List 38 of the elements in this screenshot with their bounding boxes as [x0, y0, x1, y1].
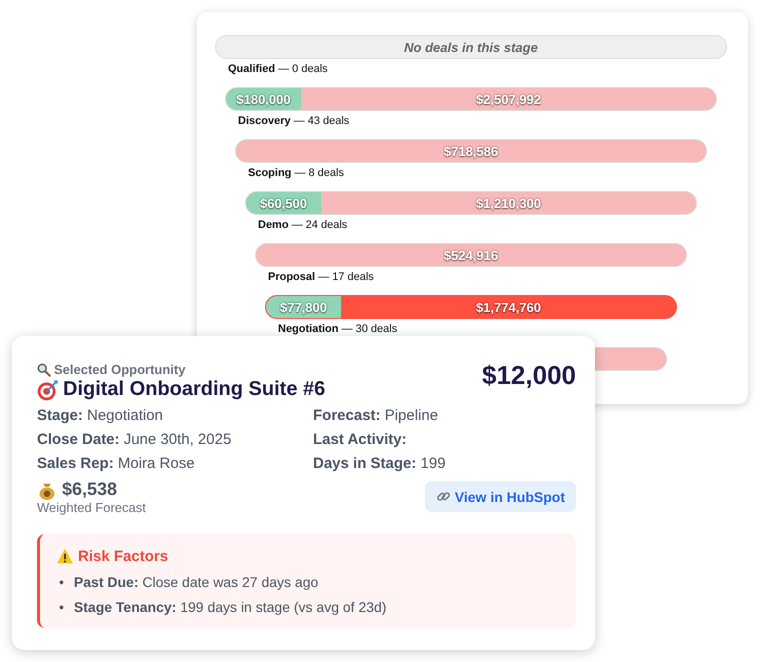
hubspot-link-button[interactable]: View in HubSpot — [424, 481, 576, 512]
bullet: • — [59, 598, 64, 616]
stage-label: Demo — 24 deals — [257, 219, 348, 231]
search-icon — [37, 362, 51, 376]
detail-field: Sales Rep: Moira Rose — [37, 455, 313, 473]
target-icon — [37, 378, 59, 400]
stage-label: Discovery — 43 deals — [237, 115, 350, 127]
funnel-bar[interactable]: $524,916 — [255, 243, 687, 267]
detail-field: Days in Stage: 199 — [313, 455, 576, 473]
bar-amount: $1,774,760 — [474, 298, 542, 316]
weighted-label: Weighted Forecast — [37, 500, 146, 515]
caption: Selected Opportunity — [54, 362, 186, 377]
bar-amount: $180,000 — [226, 88, 301, 110]
risk-item: Past Due: Close date was 27 days ago — [74, 573, 318, 591]
funnel-bar[interactable]: $60,500 $1,210,300 — [245, 191, 697, 215]
warning-icon — [56, 547, 74, 565]
bar-amount: $60,500 — [246, 192, 321, 214]
stage-label: Qualified — 0 deals — [227, 63, 329, 75]
funnel-bar[interactable]: $77,800 $1,774,760 — [265, 295, 677, 319]
detail-field: Forecast: Pipeline — [313, 407, 576, 425]
opportunity-title: Digital Onboarding Suite #6 — [63, 378, 326, 401]
stage-label: Negotiation — 30 deals — [277, 323, 398, 335]
stage-label: Proposal — 17 deals — [267, 271, 375, 283]
bar-amount: $77,800 — [266, 296, 341, 318]
bar-amount: $1,210,300 — [474, 194, 542, 212]
funnel-bar[interactable]: $718,586 — [235, 139, 707, 163]
stage-label: Scoping — 8 deals — [247, 167, 345, 179]
bar-amount: $2,507,992 — [474, 90, 542, 108]
risk-item: Stage Tenancy: 199 days in stage (vs avg of 23d) — [74, 598, 386, 616]
bullet: • — [59, 573, 64, 591]
risk-title: Risk Factors — [78, 548, 168, 564]
funnel-bar[interactable]: $180,000 $2,507,992 — [225, 87, 717, 111]
detail-field: Stage: Negotiation — [37, 407, 313, 425]
funnel-bar[interactable]: No deals in this stage — [215, 35, 727, 59]
weighted-amount: $6,538 — [62, 479, 118, 500]
detail-field: Close Date: June 30th, 2025 — [37, 431, 313, 449]
deal-amount: $12,000 — [482, 360, 576, 392]
detail-field: Last Activity: — [313, 431, 576, 449]
